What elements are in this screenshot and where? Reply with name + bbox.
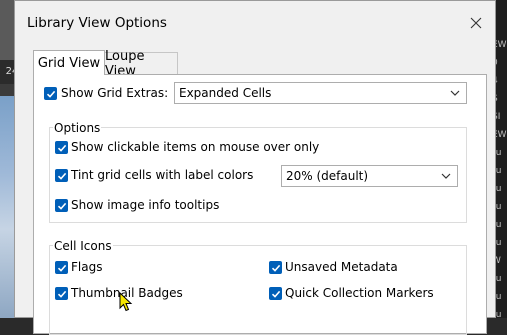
library-view-options-dialog: Library View Options Grid View Loupe Vie… [14,0,496,335]
info-tooltips-label[interactable]: Show image info tooltips [71,198,219,212]
checkmark-icon [46,90,55,98]
grid-view-panel: Show Grid Extras: Expanded Cells Options… [33,74,487,335]
checkmark-icon [271,264,280,272]
show-grid-extras-checkbox[interactable] [44,87,57,100]
quick-collection-checkbox[interactable] [269,287,282,300]
show-clickable-checkbox[interactable] [55,141,68,154]
thumbnail-badges-checkbox[interactable] [55,287,68,300]
show-clickable-label[interactable]: Show clickable items on mouse over only [71,140,319,154]
show-grid-extras-label[interactable]: Show Grid Extras: [61,86,168,100]
checkmark-icon [57,264,66,272]
grid-extras-select-value: Expanded Cells [179,86,272,100]
cell-icons-group-title: Cell Icons [53,239,113,253]
checkmark-icon [271,290,280,298]
close-icon [470,17,482,29]
close-button[interactable] [465,12,487,34]
title-bar: Library View Options [15,1,495,45]
tab-grid-view[interactable]: Grid View [33,50,105,75]
dialog-title: Library View Options [27,15,167,31]
tint-cells-label[interactable]: Tint grid cells with label colors [71,168,253,182]
checkmark-icon [57,172,66,180]
unsaved-metadata-checkbox[interactable] [269,261,282,274]
unsaved-metadata-label[interactable]: Unsaved Metadata [285,260,398,274]
tab-loupe-view[interactable]: Loupe View [104,49,178,79]
tint-cells-checkbox[interactable] [55,169,68,182]
options-group-title: Options [53,121,102,135]
chevron-down-icon [441,173,451,179]
tint-amount-select-value: 20% (default) [286,169,369,183]
flags-label[interactable]: Flags [71,260,102,274]
checkmark-icon [57,202,66,210]
flags-checkbox[interactable] [55,261,68,274]
checkmark-icon [57,290,66,298]
checkmark-icon [57,144,66,152]
grid-extras-select[interactable]: Expanded Cells [174,82,467,104]
quick-collection-label[interactable]: Quick Collection Markers [285,286,434,300]
chevron-down-icon [450,90,460,96]
info-tooltips-checkbox[interactable] [55,199,68,212]
mouse-pointer-icon [119,292,133,312]
tint-amount-select[interactable]: 20% (default) [281,165,458,187]
